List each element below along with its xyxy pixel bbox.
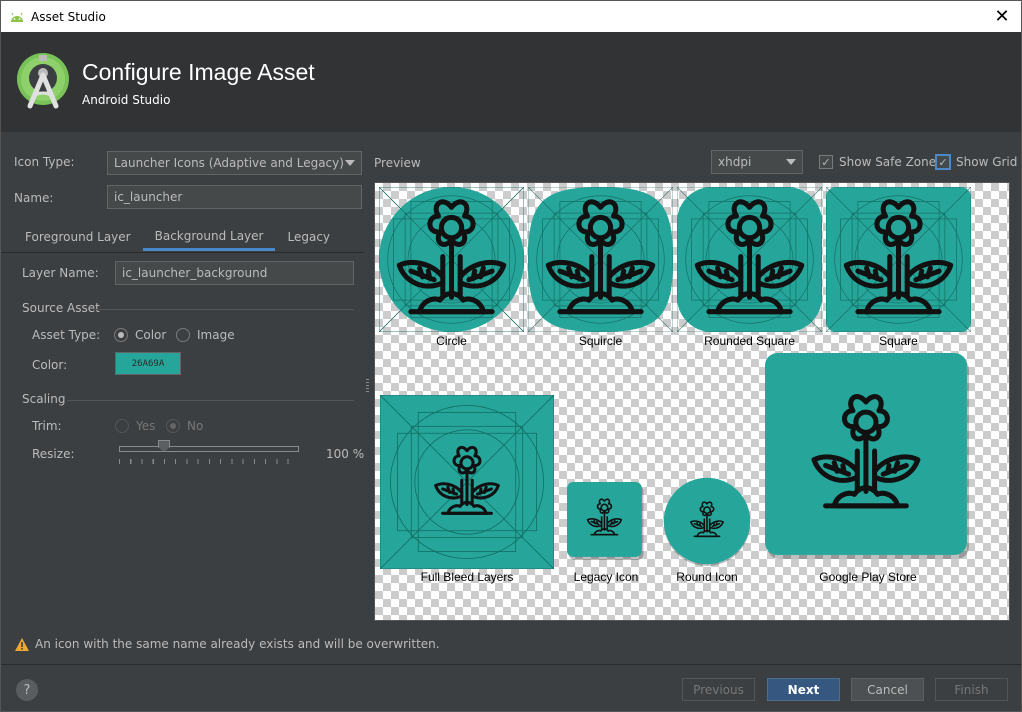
- section-divider: [93, 309, 354, 310]
- dialog-header: Configure Image Asset Android Studio: [1, 32, 1021, 132]
- show-safe-zone-checkbox[interactable]: ✓: [819, 155, 833, 169]
- name-value: ic_launcher: [114, 190, 183, 204]
- icon-label: Legacy Icon: [573, 570, 639, 584]
- circle-icon-preview: [379, 187, 524, 332]
- round-icon-preview: [663, 477, 751, 566]
- icon-type-value: Launcher Icons (Adaptive and Legacy): [114, 156, 344, 170]
- overwrite-warning: An icon with the same name already exist…: [15, 637, 440, 651]
- resize-value: 100 %: [326, 447, 365, 461]
- button-label: Next: [787, 682, 820, 697]
- icon-type-label: Icon Type:: [14, 155, 75, 169]
- asset-type-label: Asset Type:: [32, 328, 101, 342]
- density-dropdown[interactable]: xhdpi: [711, 150, 803, 174]
- asset-type-image-label: Image: [197, 328, 235, 342]
- tab-background-layer[interactable]: Background Layer: [142, 223, 276, 251]
- layer-name-label: Layer Name:: [22, 266, 99, 280]
- warning-icon: [15, 637, 29, 651]
- cancel-button[interactable]: Cancel: [851, 678, 924, 701]
- warning-text: An icon with the same name already exist…: [35, 637, 440, 651]
- icon-label: Round Icon: [676, 570, 738, 584]
- rounded-square-icon-preview: [677, 187, 822, 332]
- trim-no-label: No: [187, 419, 204, 433]
- close-icon[interactable]: ✕: [989, 3, 1015, 29]
- density-value: xhdpi: [718, 155, 752, 169]
- tab-label: Background Layer: [154, 228, 264, 243]
- chevron-down-icon: [345, 160, 355, 166]
- button-label: Finish: [954, 682, 989, 697]
- name-input[interactable]: ic_launcher: [107, 185, 362, 209]
- layer-tabs: Foreground Layer Background Layer Legacy: [13, 223, 342, 253]
- title-bar: Asset Studio ✕: [1, 1, 1021, 32]
- asset-type-image-radio[interactable]: [176, 328, 190, 342]
- section-divider: [67, 400, 354, 401]
- icon-type-dropdown[interactable]: Launcher Icons (Adaptive and Legacy): [107, 151, 362, 175]
- slider-ticks: [119, 459, 299, 464]
- icon-label: Rounded Square: [704, 334, 795, 348]
- show-safe-zone-label: Show Safe Zone: [839, 155, 937, 169]
- chevron-down-icon: [786, 159, 796, 165]
- finish-button[interactable]: Finish: [935, 678, 1008, 701]
- color-hex: 26A69A: [131, 358, 165, 369]
- layer-name-value: ic_launcher_background: [122, 266, 268, 280]
- resize-slider-track[interactable]: [119, 446, 299, 452]
- icon-label: Square: [879, 334, 918, 348]
- icon-label: Google Play Store: [819, 570, 917, 584]
- checkmark-icon: ✓: [938, 155, 948, 169]
- color-label: Color:: [32, 358, 68, 372]
- icon-preview-area: Circle Squircle Rounded Square Square Fu…: [374, 182, 1010, 621]
- icon-label: Full Bleed Layers: [420, 570, 514, 584]
- trim-no-radio[interactable]: [166, 419, 180, 433]
- preview-label: Preview: [374, 156, 421, 170]
- play-store-icon-preview: [765, 353, 969, 559]
- android-icon: [9, 9, 25, 25]
- color-swatch-button[interactable]: 26A69A: [115, 352, 181, 375]
- name-label: Name:: [14, 191, 54, 205]
- full-bleed-icon-preview: [380, 395, 554, 569]
- tab-label: Foreground Layer: [25, 230, 131, 244]
- previous-button[interactable]: Previous: [682, 678, 755, 701]
- tab-divider: [1, 252, 364, 253]
- source-asset-heading: Source Asset: [22, 301, 100, 315]
- window-title: Asset Studio: [31, 9, 106, 24]
- page-subtitle: Android Studio: [82, 93, 171, 107]
- show-grid-label: Show Grid: [956, 155, 1018, 169]
- android-studio-logo-icon: [17, 53, 69, 109]
- next-button[interactable]: Next: [767, 678, 840, 701]
- trim-yes-label: Yes: [136, 419, 156, 433]
- help-icon: ?: [23, 682, 31, 698]
- squircle-icon-preview: [528, 187, 673, 332]
- icon-label: Squircle: [578, 334, 623, 348]
- scaling-heading: Scaling: [22, 392, 66, 406]
- help-button[interactable]: ?: [16, 679, 38, 701]
- splitter-handle[interactable]: [366, 379, 369, 393]
- footer-divider: [1, 664, 1021, 665]
- page-title: Configure Image Asset: [82, 59, 315, 85]
- checkmark-icon: ✓: [821, 155, 831, 169]
- asset-studio-window: Asset Studio ✕ Configure Image Asset And…: [0, 0, 1022, 712]
- asset-type-color-radio[interactable]: [114, 328, 128, 342]
- button-label: Cancel: [867, 682, 908, 697]
- button-label: Previous: [693, 682, 744, 697]
- trim-label: Trim:: [32, 419, 62, 433]
- icon-label: Circle: [436, 334, 467, 348]
- square-icon-preview: [826, 187, 971, 332]
- asset-type-color-label: Color: [135, 328, 167, 342]
- tab-legacy[interactable]: Legacy: [275, 223, 342, 251]
- trim-yes-radio[interactable]: [115, 419, 129, 433]
- tab-foreground-layer[interactable]: Foreground Layer: [13, 223, 143, 251]
- legacy-icon-preview: [567, 482, 644, 560]
- layer-name-input[interactable]: ic_launcher_background: [115, 261, 354, 285]
- resize-label: Resize:: [32, 447, 75, 461]
- show-grid-checkbox[interactable]: ✓: [935, 154, 951, 170]
- tab-label: Legacy: [287, 230, 331, 244]
